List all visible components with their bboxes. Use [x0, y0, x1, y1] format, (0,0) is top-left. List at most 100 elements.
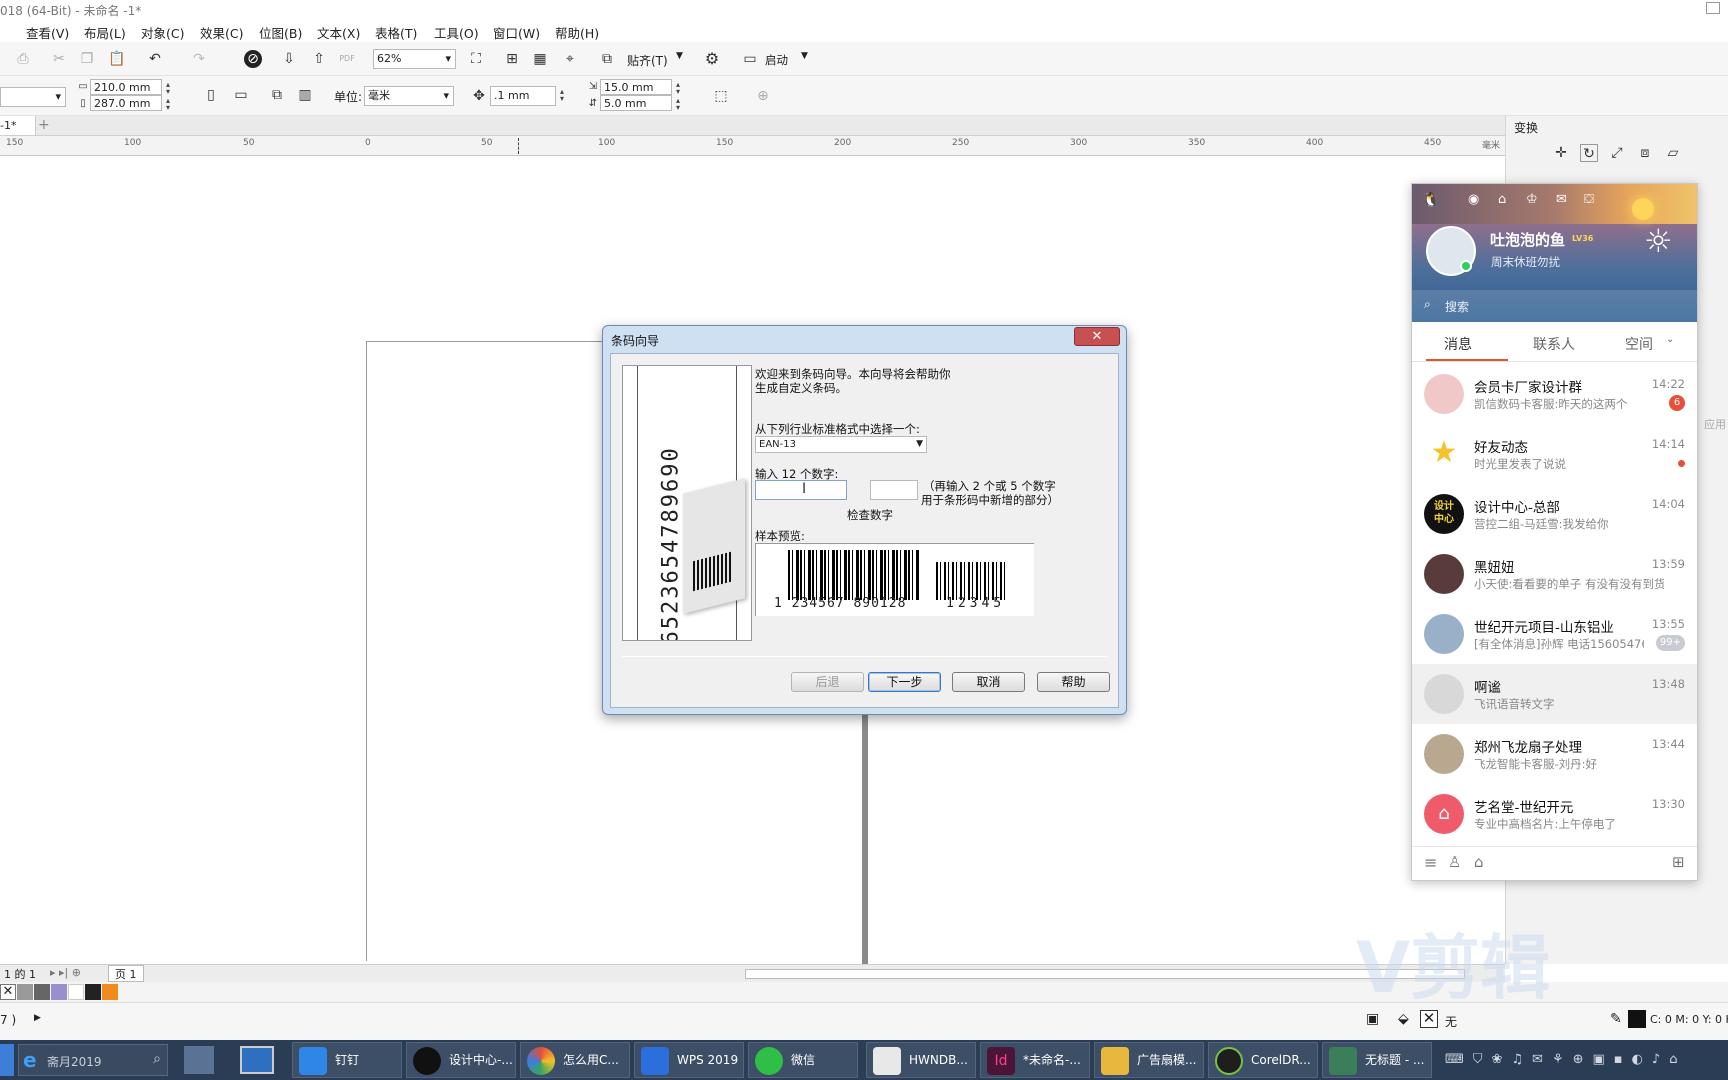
shirt-icon[interactable]: ⌂ [1498, 192, 1506, 207]
menu-layout[interactable]: 布局(L) [84, 23, 126, 42]
snap-icon[interactable]: ⧉ [598, 50, 616, 68]
scale-icon[interactable]: ⤢ [1608, 144, 1626, 162]
chevron-down-icon[interactable]: ▼ [801, 51, 808, 61]
help-button[interactable]: 帮助 [1037, 672, 1110, 692]
color-swatch[interactable] [51, 984, 67, 1000]
page-width-field[interactable]: 210.0 mm [90, 79, 162, 95]
skew-icon[interactable]: ▱ [1664, 144, 1682, 162]
menu-help[interactable]: 帮助(H) [555, 23, 599, 42]
weather-sun-icon[interactable]: ☼ [1644, 222, 1673, 260]
print-icon[interactable]: ⎙ [14, 50, 32, 68]
task-view-icon[interactable] [184, 1046, 214, 1074]
export-icon[interactable]: ⇧ [310, 50, 328, 68]
duplicate-x-field[interactable]: 15.0 mm [600, 79, 672, 95]
taskbar-item-indesign[interactable]: Id *未命名-... [980, 1042, 1090, 1078]
rotate-icon[interactable]: ↻ [1580, 144, 1598, 162]
nudge-field[interactable]: .1 mm [490, 86, 556, 106]
outline-color-swatch[interactable] [1628, 1010, 1646, 1028]
page-size-combo[interactable]: ▾ [0, 87, 66, 107]
landscape-icon[interactable]: ▭ [232, 86, 250, 104]
conversation-item[interactable]: 设计 中心 设计中心-总部 营控二组-马廷雪:我发给你 14:04 [1412, 484, 1697, 544]
unit-select[interactable]: 毫米 ▾ [364, 86, 454, 106]
size-icon[interactable]: ⧈ [1636, 144, 1654, 162]
taskbar-item-dingtalk[interactable]: 钉钉 [292, 1042, 402, 1078]
tab-messages[interactable]: 消息 [1444, 334, 1472, 354]
gear-icon[interactable]: ⚙ [703, 50, 721, 68]
menu-view[interactable]: 查看(V) [26, 23, 69, 42]
next-button[interactable]: 下一步 [868, 672, 941, 692]
snap-menu[interactable]: 贴齐(T) [627, 52, 668, 69]
digits-input[interactable]: I [755, 480, 847, 500]
main-menu-icon[interactable]: ≡ [1424, 853, 1437, 872]
launch-menu[interactable]: 启动 [765, 52, 788, 68]
format-select[interactable]: EAN-13 ▼ [755, 436, 927, 453]
color-proof-icon[interactable]: ▣ [1366, 1011, 1379, 1027]
addon-digits-input[interactable] [870, 480, 918, 500]
taskbar-item-coreldraw[interactable]: CorelDR... [1208, 1042, 1318, 1078]
online-status-icon[interactable] [1460, 260, 1472, 272]
corel-connect-icon[interactable]: ⊘ [244, 50, 262, 68]
document-tab[interactable]: -1* [0, 116, 36, 135]
taskbar-item-document[interactable]: HWNDB... [866, 1042, 976, 1078]
launch-icon[interactable]: ▭ [741, 50, 759, 68]
taskbar-item-notepad[interactable]: 无标题 - ... [1322, 1042, 1432, 1078]
duplicate-y-field[interactable]: 5.0 mm [600, 95, 672, 111]
chevron-right-icon[interactable]: ▶ [34, 1013, 41, 1023]
qq-search-bar[interactable]: ⌕ 搜索 [1412, 290, 1697, 322]
spin-arrows-icon[interactable]: ▴ ▾ [672, 81, 684, 96]
horizontal-ruler[interactable]: 150 100 50 0 50 100 150 200 250 300 350 … [0, 136, 1505, 156]
mail-icon[interactable]: ✉ [1556, 192, 1567, 207]
camera-icon[interactable]: ◉ [1468, 192, 1479, 207]
menu-bitmap[interactable]: 位图(B) [259, 23, 302, 42]
color-swatch[interactable] [34, 984, 50, 1000]
add-icon[interactable]: ⊕ [754, 87, 772, 105]
taskbar-item-browser[interactable]: 怎么用C... [520, 1042, 630, 1078]
tab-space[interactable]: 空间 [1625, 334, 1653, 354]
menu-window[interactable]: 窗口(W) [493, 23, 540, 42]
spin-arrows-icon[interactable]: ▴ ▾ [162, 81, 174, 96]
taskbar-item-wps[interactable]: WPS 2019 [634, 1042, 744, 1078]
add-tab-icon[interactable]: + [38, 116, 52, 135]
import-icon[interactable]: ⇩ [280, 50, 298, 68]
color-swatch[interactable] [102, 984, 118, 1000]
copy-icon[interactable]: ❐ [78, 50, 96, 68]
redo-icon[interactable]: ↷ [190, 50, 208, 68]
user-icon[interactable] [1706, 2, 1720, 14]
taskbar-item-wechat[interactable]: 微信 [748, 1042, 858, 1078]
gift-icon[interactable]: ⛋ [1584, 192, 1594, 207]
color-swatch[interactable] [85, 984, 101, 1000]
all-pages-icon[interactable]: ⧉ [268, 86, 286, 104]
qq-logo-icon[interactable]: 🐧 [1422, 192, 1439, 208]
chevron-down-icon[interactable]: ⌄ [1666, 334, 1674, 345]
page-tab[interactable]: 页 1 [108, 965, 144, 982]
conversation-item[interactable]: 郑州飞龙扇子处理 飞龙智能卡客服-刘丹:好 13:44 [1412, 724, 1697, 784]
color-swatch[interactable] [17, 984, 33, 1000]
start-button[interactable] [0, 1044, 14, 1076]
position-icon[interactable]: ✛ [1552, 144, 1570, 162]
conversation-item[interactable]: 世纪开元项目-山东铝业 [有全体消息]孙辉 电话15605476 13:55 9… [1412, 604, 1697, 664]
current-page-icon[interactable]: ▥ [296, 86, 314, 104]
add-friend-icon[interactable]: ♙ [1448, 853, 1461, 871]
taskbar-search[interactable]: e 斋月2019 ⌕ [18, 1044, 168, 1076]
portrait-icon[interactable]: ▯ [202, 86, 220, 104]
app-manager-icon[interactable]: ⌂ [1474, 853, 1484, 871]
treat-as-filled-icon[interactable]: ⬚ [712, 87, 730, 105]
rulers-icon[interactable]: ⊞ [503, 50, 521, 68]
menu-effects[interactable]: 效果(C) [200, 23, 243, 42]
tab-contacts[interactable]: 联系人 [1533, 334, 1575, 354]
taskbar-item-design-center[interactable]: 设计中心-... [406, 1042, 516, 1078]
spin-arrows-icon[interactable]: ▴ ▾ [672, 97, 684, 112]
spin-arrows-icon[interactable]: ▴ ▾ [162, 97, 174, 112]
crown-icon[interactable]: ♔ [1526, 192, 1538, 207]
conversation-item[interactable]: 啊谧 飞讯语音转文字 13:48 [1412, 664, 1697, 724]
page-nav-arrows-icon[interactable]: ▸ ▸| ⊕ [50, 966, 81, 979]
apply-button[interactable]: 应用 [1704, 416, 1726, 432]
qq-nickname[interactable]: 吐泡泡的鱼 [1490, 229, 1565, 250]
page-height-field[interactable]: 287.0 mm [90, 95, 162, 111]
menu-object[interactable]: 对象(C) [141, 23, 184, 42]
conversation-item[interactable]: 会员卡厂家设计群 凯信数码卡客服:昨天的这两个 14:22 6 [1412, 364, 1697, 424]
system-tray-icons[interactable]: ⌨⛉❀♫✉⚘⊕▣▪◐♪⌂ [1445, 1052, 1725, 1068]
guidelines-icon[interactable]: ⌖ [561, 50, 579, 68]
spin-arrows-icon[interactable]: ▴ ▾ [556, 88, 568, 103]
chevron-down-icon[interactable]: ▼ [676, 51, 683, 61]
